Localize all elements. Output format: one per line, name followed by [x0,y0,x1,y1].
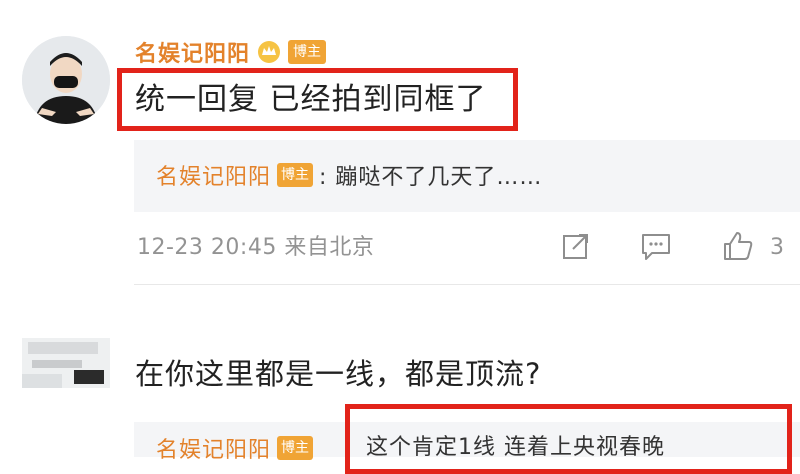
reply-text: 这个肯定1线 连着上央视春晚 [366,435,665,460]
blogger-badge: 博主 [277,436,314,460]
timestamp: 12-23 20:45 [137,235,277,260]
comment-icon[interactable] [640,231,672,261]
comment-username[interactable]: 名娱记阳阳 [135,36,250,68]
blogger-badge: 博主 [277,163,314,187]
crown-icon [256,40,282,64]
avatar[interactable] [22,36,110,124]
like-icon[interactable] [722,230,754,262]
source: 来自北京 [284,235,375,260]
share-icon[interactable] [561,231,591,261]
comment-text: 统一回复 已经拍到同框了 [135,82,487,117]
comment-text: 在你这里都是一线，都是顶流? [135,357,542,391]
blogger-badge: 博主 [288,40,327,64]
reply-text: : 蹦哒不了几天了…… [319,165,543,190]
avatar[interactable] [22,338,110,388]
divider [134,284,800,285]
reply-username[interactable]: 名娱记阳阳 [156,432,271,464]
like-count: 3 [770,235,785,260]
reply-username[interactable]: 名娱记阳阳 [156,159,271,191]
